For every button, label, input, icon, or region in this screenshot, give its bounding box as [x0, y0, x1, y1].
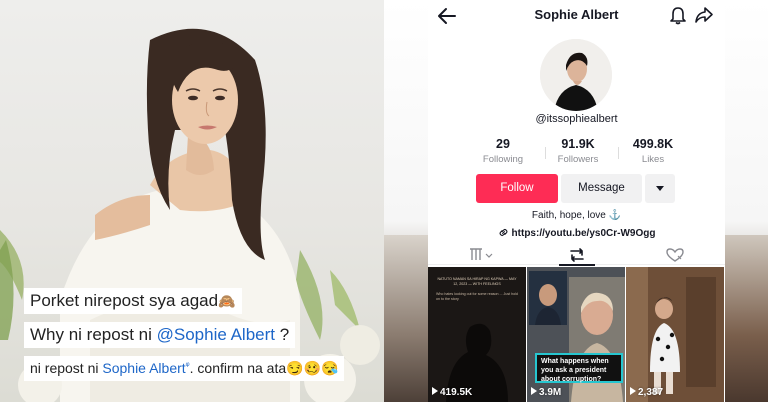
stats-row: 29 Following 91.9K Followers 499.8K Like… — [468, 137, 688, 167]
blurred-backdrop-right — [724, 235, 768, 402]
tiktok-profile-screen: Sophie Albert @itssophiealbert 29 Follow… — [428, 0, 725, 402]
tab-reposts[interactable] — [547, 245, 607, 265]
likes-label: Likes — [641, 154, 665, 165]
content-tabs — [428, 243, 725, 266]
tab-videos[interactable] — [458, 245, 518, 265]
play-icon — [432, 387, 438, 395]
active-tab-indicator — [559, 264, 595, 266]
caption-line-3: ni repost ni Sophie Albertᵠ. confirm na … — [24, 356, 345, 381]
caption-3-prefix: ni repost ni — [30, 360, 103, 376]
message-button[interactable]: Message — [561, 174, 642, 203]
silhouette-graphic — [446, 323, 508, 402]
caption-2-mention[interactable]: @Sophie Albert — [157, 325, 275, 344]
share-icon — [695, 7, 713, 23]
view-count: 3.9M — [531, 387, 561, 398]
repost-icon — [570, 248, 584, 262]
stat-likes[interactable]: 499.8K Likes — [618, 137, 688, 165]
caption-3-suffix: . confirm na ata — [189, 360, 287, 376]
stat-following[interactable]: 29 Following — [468, 137, 538, 165]
view-count-text: 3.9M — [539, 387, 562, 398]
caption-1-text: Porket nirepost sya agad — [30, 291, 219, 310]
caption-line-1: Porket nirepost sya agad🙈 — [24, 288, 242, 314]
blurred-backdrop-left — [384, 235, 428, 402]
grid-icon — [470, 248, 493, 260]
profile-link[interactable]: https://youtu.be/ys0Cr-W9Ogg — [428, 227, 725, 239]
share-button[interactable] — [694, 5, 714, 25]
video-thumbnail[interactable]: What happens when you ask a president ab… — [527, 267, 625, 402]
follow-button[interactable]: Follow — [476, 174, 558, 203]
liked-icon — [666, 248, 684, 262]
video-thumbnail[interactable]: NATUTO NAMAN SA HIRAP NG KAPWA — MAY 12,… — [428, 267, 526, 402]
left-photo-panel: Porket nirepost sya agad🙈 Why ni repost … — [0, 0, 384, 402]
stat-followers[interactable]: 91.9K Followers — [543, 137, 613, 165]
caption-line-2: Why ni repost ni @Sophie Albert ? — [24, 322, 296, 348]
following-label: Following — [482, 154, 524, 165]
tab-liked[interactable] — [645, 245, 705, 265]
link-icon — [499, 228, 508, 237]
view-count: 2,387 — [630, 387, 663, 398]
profile-handle: @itssophiealbert — [535, 113, 618, 125]
view-count: 419.5K — [432, 387, 472, 398]
thumbnail-scene — [626, 267, 724, 402]
likes-count: 499.8K — [632, 137, 674, 151]
bell-icon — [670, 7, 686, 25]
caption-3-emojis: 😏🥴😪 — [286, 360, 339, 376]
play-icon — [531, 387, 537, 395]
more-options-button[interactable] — [645, 174, 675, 203]
top-bar: Sophie Albert — [428, 0, 725, 32]
notifications-button[interactable] — [668, 5, 688, 25]
video-thumbnail[interactable]: 2,387 — [626, 267, 724, 402]
caption-2-prefix: Why ni repost ni — [30, 325, 157, 344]
video-grid: NATUTO NAMAN SA HIRAP NG KAPWA — MAY 12,… — [428, 267, 725, 402]
caption-2-suffix: ? — [275, 325, 290, 344]
thumbnail-banner: What happens when you ask a president ab… — [535, 353, 623, 383]
screenshot-root: Porket nirepost sya agad🙈 Why ni repost … — [0, 0, 768, 402]
following-count: 29 — [496, 137, 510, 151]
followers-label: Followers — [557, 154, 599, 165]
caption-3-mention[interactable]: Sophie Albert — [102, 360, 185, 376]
avatar[interactable] — [540, 39, 612, 111]
view-count-text: 419.5K — [440, 387, 473, 398]
profile-link-text: https://youtu.be/ys0Cr-W9Ogg — [511, 228, 656, 239]
followers-count: 91.9K — [561, 137, 595, 151]
avatar-photo — [540, 39, 612, 111]
view-count-text: 2,387 — [638, 387, 664, 398]
play-icon — [630, 387, 636, 395]
profile-bio: Faith, hope, love ⚓ — [531, 210, 622, 221]
monkey-emoji: 🙈 — [218, 293, 236, 309]
